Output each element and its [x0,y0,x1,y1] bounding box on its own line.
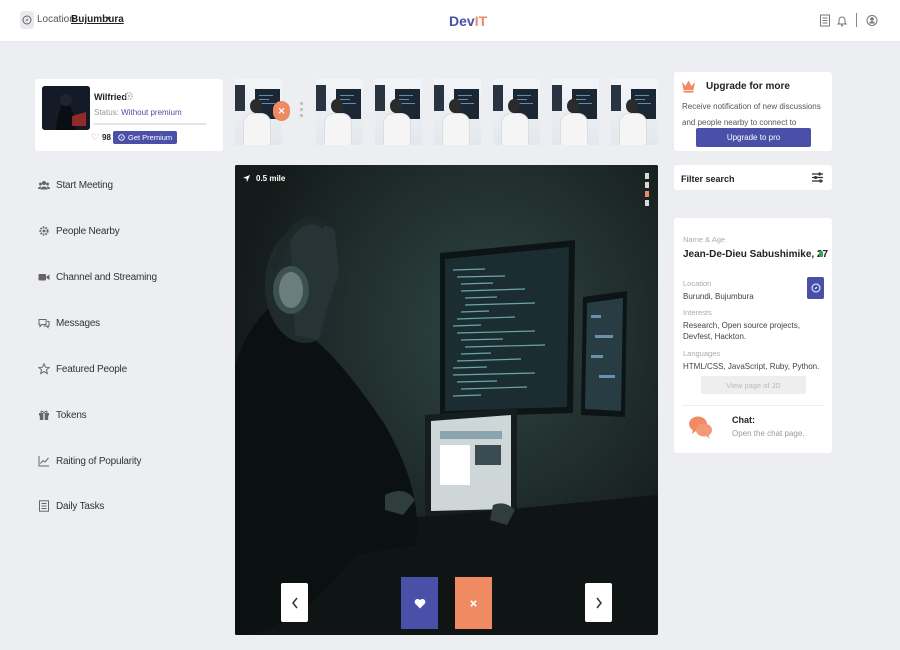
developer-photo [235,165,658,635]
avatar[interactable] [42,86,90,130]
sidebar-item-messages[interactable]: Messages [38,314,100,332]
sidebar-item-daily-tasks[interactable]: Daily Tasks [38,497,104,515]
profile-card: Wilfried Status: Without premium ♡ 98 Ge… [35,79,223,151]
premium-label: Get Premium [128,133,173,142]
navigation-arrow-icon [242,174,251,183]
interests-label: Interests [683,308,712,317]
gift-icon [39,410,49,420]
view-page-button[interactable]: View page of JD [701,376,806,394]
profile-status: Status: Without premium [94,108,182,117]
crown-icon [682,80,695,93]
filter-label: Filter search [681,174,735,184]
sidebar-item-people-nearby[interactable]: People Nearby [38,222,120,240]
divider [682,405,824,406]
sidebar-item-label: Tokens [56,409,87,421]
sidebar-item-start-meeting[interactable]: Start Meeting [38,176,113,194]
heart-outline-icon: ♡ [91,132,100,142]
profile-name: Wilfried [94,92,127,102]
dislike-button[interactable] [455,577,492,629]
chat-title: Chat: [732,415,755,425]
chart-icon [38,456,49,467]
remove-thumbnail-button[interactable]: ✕ [273,101,290,121]
upgrade-to-pro-button[interactable]: Upgrade to pro [696,128,811,147]
person-details-card: Name & Age Jean-De-Dieu Sabushimike, 27 … [674,218,832,453]
thumbnail[interactable] [493,79,540,145]
photo-pager[interactable] [645,173,649,209]
likes-count: 98 [102,133,111,142]
top-bar: Location: Bujumbura ▾ DevIT [0,0,900,42]
user-icon[interactable] [866,14,878,27]
video-icon [38,274,50,281]
header-divider [856,13,857,27]
location-dropdown[interactable]: Bujumbura [71,14,124,25]
gear-icon[interactable] [124,91,134,101]
languages-label: Languages [683,349,721,358]
status-value: Without premium [121,108,182,117]
status-label: Status: [94,108,119,117]
thumbnail[interactable] [375,79,422,145]
like-button[interactable] [401,577,438,629]
list-icon [39,500,49,512]
bell-icon[interactable] [836,14,848,27]
chat-bubbles-icon[interactable] [688,414,714,440]
next-button[interactable] [585,583,612,622]
get-premium-button[interactable]: Get Premium [113,131,178,144]
chat-subtitle[interactable]: Open the chat page. [732,429,805,438]
gear-icon [39,226,49,236]
chevron-right-icon [595,597,602,608]
thumbnail[interactable] [434,79,481,145]
previous-button[interactable] [281,583,308,622]
compass-icon [118,134,125,141]
sidebar-item-label: Start Meeting [56,179,113,191]
location-label: Location [683,279,712,288]
brand-logo[interactable]: DevIT [449,13,487,29]
upgrade-card: Upgrade for more Receive notification of… [674,72,832,151]
brand-accent: IT [474,13,488,29]
star-icon [38,363,50,375]
interests-value: Research, Open source projects, Devfest,… [683,321,800,341]
location-value: Burundi, Bujumbura [683,292,754,301]
sidebar-item-label: Featured People [56,363,127,375]
sidebar-item-label: Channel and Streaming [56,271,157,283]
upgrade-text: Receive notification of new discussions … [682,102,821,127]
sidebar-item-featured-people[interactable]: Featured People [38,360,127,378]
upgrade-title: Upgrade for more [706,81,790,92]
main-photo[interactable] [235,165,658,635]
more-dots-icon[interactable] [300,102,303,120]
brand-main: Dev [449,13,475,29]
sidebar-item-label: Messages [56,317,100,329]
name-age-label: Name & Age [683,235,726,244]
compass-button[interactable] [807,277,824,299]
chevron-down-icon[interactable]: ▾ [107,14,111,23]
sidebar-item-popularity[interactable]: Raiting of Popularity [38,452,141,470]
thumbnail[interactable] [611,79,658,145]
filter-search[interactable]: Filter search [674,165,832,190]
sidebar-item-tokens[interactable]: Tokens [38,406,87,424]
document-icon[interactable] [819,14,831,27]
sliders-icon[interactable] [811,171,824,184]
sidebar-item-channel-streaming[interactable]: Channel and Streaming [38,268,157,286]
distance-indicator: 0.5 mile [242,174,285,183]
people-icon [38,181,50,190]
distance-text: 0.5 mile [256,174,286,183]
thumbnail[interactable] [316,79,363,145]
heart-icon [414,598,425,608]
profile-divider [94,123,206,125]
sidebar-item-label: People Nearby [56,225,120,237]
chevron-left-icon [291,597,298,608]
sidebar-item-label: Raiting of Popularity [56,455,142,467]
thumbnail[interactable] [552,79,599,145]
chat-icon [38,319,50,329]
sidebar-item-label: Daily Tasks [56,500,105,512]
languages-value: HTML/CSS, JavaScript, Ruby, Python. [683,362,820,371]
close-icon [470,599,477,607]
compass-icon[interactable] [20,11,34,29]
name-age-value: Jean-De-Dieu Sabushimike, 27 [683,249,829,260]
compass-icon [811,283,820,293]
online-status-indicator [819,251,823,257]
